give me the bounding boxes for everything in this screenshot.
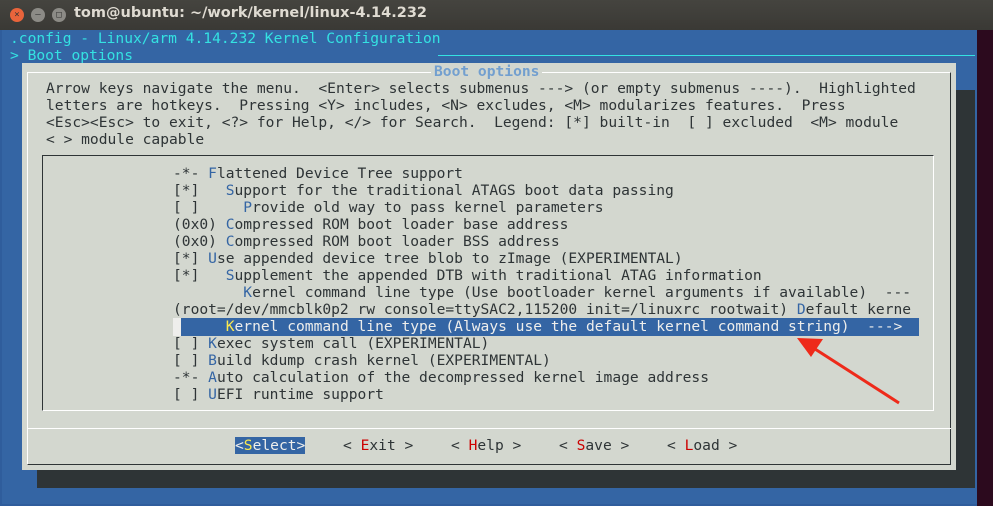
- annotation-arrow: [797, 338, 900, 405]
- arrow-shaft: [814, 347, 900, 405]
- arrow-head: [797, 338, 823, 357]
